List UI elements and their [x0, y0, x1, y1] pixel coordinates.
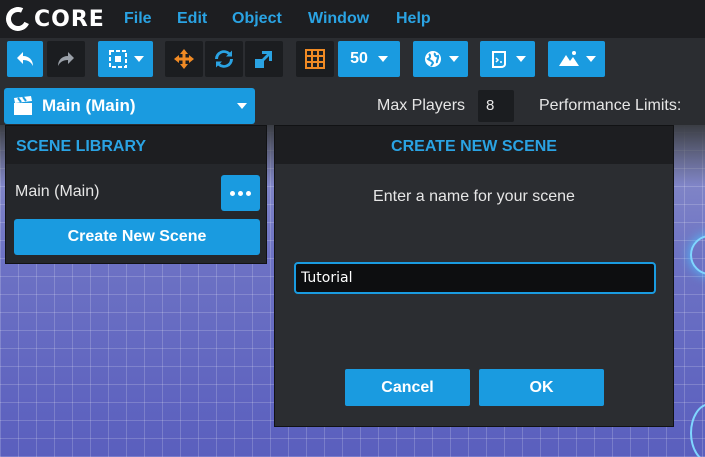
menu-object[interactable]: Object	[232, 10, 282, 28]
rotate-icon	[215, 50, 233, 68]
menu-help[interactable]: Help	[396, 10, 431, 28]
terrain-icon	[558, 51, 579, 66]
terrain-dropdown[interactable]	[548, 41, 605, 77]
scene-library-title: SCENE LIBRARY	[6, 126, 266, 164]
scene-selector-dropdown[interactable]: Main (Main)	[4, 88, 255, 124]
logo-icon	[2, 3, 34, 35]
dialog-title: CREATE NEW SCENE	[275, 126, 673, 164]
script-icon	[491, 51, 506, 68]
selection-mode-dropdown[interactable]	[98, 41, 153, 77]
scene-name-input[interactable]	[294, 262, 656, 294]
rotate-tool-button[interactable]	[205, 41, 243, 77]
redo-button[interactable]	[47, 41, 85, 77]
grid-size-value: 50	[350, 50, 368, 67]
globe-icon	[424, 51, 441, 67]
undo-button[interactable]	[7, 41, 43, 77]
move-tool-button[interactable]	[165, 41, 203, 77]
more-dots-icon	[230, 190, 235, 196]
logo-text: CORE	[34, 6, 105, 32]
viewport-object	[690, 403, 705, 457]
cancel-button[interactable]: Cancel	[345, 369, 470, 406]
toolbar: 50	[0, 38, 705, 86]
create-new-scene-button[interactable]: Create New Scene	[14, 219, 260, 255]
scale-tool-button[interactable]	[245, 41, 283, 77]
menu-edit[interactable]: Edit	[177, 10, 207, 28]
scene-selector-label: Main (Main)	[42, 96, 136, 115]
grid-snap-toggle[interactable]	[296, 41, 334, 77]
select-box-icon	[108, 50, 127, 68]
scene-library-panel: SCENE LIBRARY Main (Main) Create New Sce…	[5, 125, 267, 264]
redo-icon	[58, 52, 74, 66]
ok-button[interactable]: OK	[479, 369, 604, 406]
clapperboard-icon	[14, 96, 32, 115]
menu-file[interactable]: File	[124, 10, 152, 28]
viewport-object	[690, 235, 705, 275]
scene-options-button[interactable]	[221, 175, 260, 211]
menu-window[interactable]: Window	[308, 10, 369, 28]
more-dots-icon	[238, 190, 243, 196]
chevron-down-icon	[133, 56, 144, 62]
max-players-label: Max Players	[377, 97, 466, 114]
script-dropdown[interactable]	[480, 41, 535, 77]
create-scene-dialog: CREATE NEW SCENE Enter a name for your s…	[274, 125, 674, 427]
chevron-down-icon	[237, 103, 247, 109]
chevron-down-icon	[448, 56, 459, 62]
world-space-dropdown[interactable]	[413, 41, 468, 77]
scale-icon	[255, 51, 272, 68]
chevron-down-icon	[515, 56, 526, 62]
move-icon	[174, 49, 194, 69]
scene-list-item[interactable]: Main (Main)	[15, 183, 99, 201]
max-players-input[interactable]: 8	[478, 90, 514, 122]
performance-limits-label[interactable]: Performance Limits:	[539, 97, 681, 115]
more-dots-icon	[246, 190, 251, 196]
grid-size-dropdown[interactable]: 50	[338, 41, 400, 77]
menu-bar: CORE File Edit Object Window Help	[0, 0, 705, 38]
undo-icon	[17, 52, 33, 66]
grid-icon	[305, 49, 325, 69]
dialog-prompt: Enter a name for your scene	[373, 188, 575, 205]
core-logo: CORE	[2, 3, 105, 35]
chevron-down-icon	[377, 56, 388, 62]
chevron-down-icon	[585, 56, 596, 62]
